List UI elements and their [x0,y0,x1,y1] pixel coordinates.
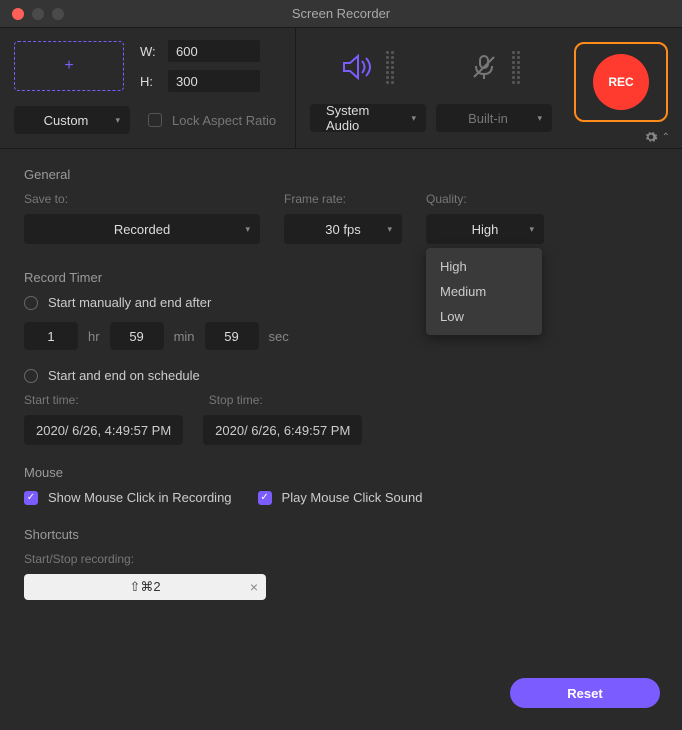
play-mouse-sound-checkbox[interactable] [258,491,272,505]
timer-schedule-radio[interactable] [24,369,38,383]
maximize-window-button[interactable] [52,8,64,20]
shortcut-start-stop-label: Start/Stop recording: [24,552,658,566]
hours-unit: hr [88,329,100,344]
frame-rate-value: 30 fps [325,222,360,237]
window-controls [12,8,64,20]
stop-time-label: Stop time: [209,393,263,407]
mouse-heading: Mouse [24,465,658,480]
height-label: H: [140,74,160,89]
window-title: Screen Recorder [0,6,682,21]
timer-seconds-input[interactable] [205,322,259,350]
quality-label: Quality: [426,192,544,206]
start-time-field[interactable]: 2020/ 6/26, 4:49:57 PM [24,415,183,445]
settings-panel: General Save to: Recorded Frame rate: 30… [0,149,682,600]
frame-rate-select[interactable]: 30 fps [284,214,402,244]
minutes-unit: min [174,329,195,344]
capture-mode-select[interactable]: Custom [14,106,130,134]
system-audio-value: System Audio [326,103,398,133]
capture-region-picker[interactable]: + [14,41,124,91]
close-window-button[interactable] [12,8,24,20]
quality-option-medium[interactable]: Medium [426,279,542,304]
timer-minutes-input[interactable] [110,322,164,350]
save-to-label: Save to: [24,192,260,206]
capture-region-panel: + W: H: Custom Lock Aspect Ratio [0,28,296,148]
play-mouse-sound-label: Play Mouse Click Sound [282,490,423,505]
reset-label: Reset [567,686,602,701]
lock-aspect-checkbox[interactable] [148,113,162,127]
timer-manual-label: Start manually and end after [48,295,211,310]
reset-button[interactable]: Reset [510,678,660,708]
timer-hours-input[interactable] [24,322,78,350]
timer-schedule-label: Start and end on schedule [48,368,200,383]
show-mouse-click-checkbox[interactable] [24,491,38,505]
stop-time-field[interactable]: 2020/ 6/26, 6:49:57 PM [203,415,362,445]
quality-option-high[interactable]: High [426,254,542,279]
width-label: W: [140,44,160,59]
general-heading: General [24,167,658,182]
clear-shortcut-button[interactable]: × [250,579,258,595]
capture-mode-value: Custom [44,113,89,128]
shortcut-value: ⇧⌘2 [129,579,160,595]
start-time-label: Start time: [24,393,79,407]
quality-option-low[interactable]: Low [426,304,542,329]
mic-select[interactable]: Built-in [436,104,552,132]
speaker-icon[interactable] [342,53,374,81]
save-to-value: Recorded [114,222,170,237]
mic-value: Built-in [468,111,508,126]
audio-panel: System Audio Built-in [296,28,682,148]
mic-level-meter [512,51,520,84]
plus-icon: + [64,57,73,75]
record-button-frame: REC [574,42,668,122]
chevron-down-icon [537,113,542,124]
quality-select[interactable]: High High Medium Low [426,214,544,244]
titlebar: Screen Recorder [0,0,682,28]
record-label: REC [608,75,633,89]
microphone-muted-icon[interactable] [468,53,500,81]
width-input[interactable] [168,40,260,62]
frame-rate-label: Frame rate: [284,192,402,206]
quality-value: High [472,222,499,237]
chevron-down-icon [245,224,250,235]
save-to-select[interactable]: Recorded [24,214,260,244]
show-mouse-click-label: Show Mouse Click in Recording [48,490,232,505]
shortcut-start-stop-input[interactable]: ⇧⌘2 × [24,574,266,600]
gear-icon[interactable] [644,130,658,144]
capture-toolbar: + W: H: Custom Lock Aspect Ratio [0,28,682,149]
record-button[interactable]: REC [593,54,649,110]
timer-manual-radio[interactable] [24,296,38,310]
chevron-down-icon [411,113,416,124]
seconds-unit: sec [269,329,289,344]
system-audio-level-meter [386,51,394,84]
chevron-down-icon [115,115,120,126]
shortcuts-heading: Shortcuts [24,527,658,542]
chevron-down-icon [529,224,534,235]
record-timer-heading: Record Timer [24,270,658,285]
chevron-down-icon [387,224,392,235]
minimize-window-button[interactable] [32,8,44,20]
lock-aspect-label: Lock Aspect Ratio [172,113,276,128]
system-audio-select[interactable]: System Audio [310,104,426,132]
quality-options-popup: High Medium Low [426,248,542,335]
height-input[interactable] [168,70,260,92]
chevron-up-icon[interactable]: ⌃ [662,132,670,143]
